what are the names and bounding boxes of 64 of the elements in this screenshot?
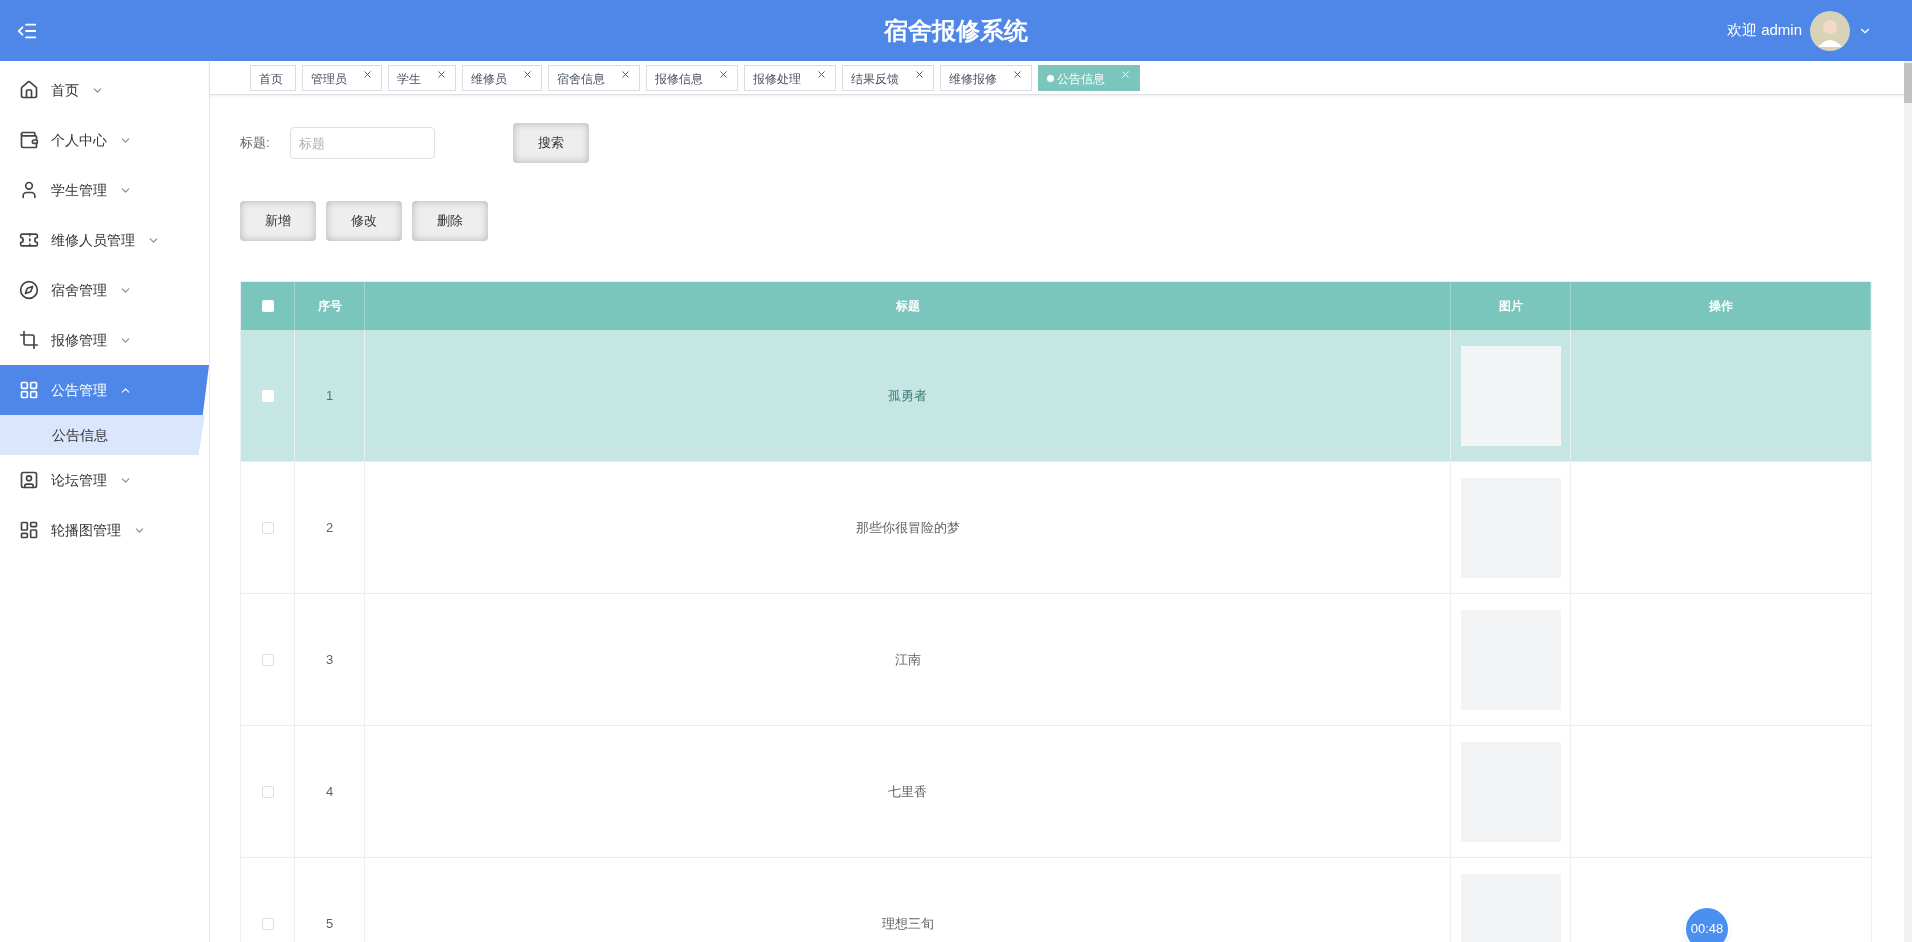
row-checkbox[interactable] xyxy=(261,785,274,798)
tab[interactable]: 维修员 xyxy=(462,64,542,91)
close-icon[interactable] xyxy=(522,68,533,80)
tab[interactable]: 宿舍信息 xyxy=(548,64,640,91)
search-label: 标题: xyxy=(240,134,271,153)
tab[interactable]: 维修报修 xyxy=(940,64,1032,91)
tab[interactable]: 学生 xyxy=(388,64,456,91)
close-icon[interactable] xyxy=(914,68,925,80)
close-icon[interactable] xyxy=(620,68,631,80)
search-button[interactable]: 搜索 xyxy=(513,123,589,163)
action-button[interactable]: 修改 xyxy=(326,201,402,241)
compass-icon xyxy=(19,280,39,300)
title-cell-text: 理想三旬 xyxy=(881,914,934,933)
app-title: 宿舍报修系统 xyxy=(884,15,1028,46)
title-cell-text: 那些你很冒险的梦 xyxy=(855,518,960,537)
title-cell-text: 江南 xyxy=(894,650,921,669)
sidebar-item[interactable]: 首页 xyxy=(0,65,209,115)
sidebar-item[interactable]: 报修管理 xyxy=(0,315,209,365)
index-cell-text: 5 xyxy=(325,914,334,933)
tab[interactable]: 首页 xyxy=(250,64,296,91)
home-icon xyxy=(19,80,39,100)
sidebar-item[interactable]: 公告管理 xyxy=(0,365,209,415)
table-row[interactable]: 3 江南 xyxy=(241,594,1871,726)
title-cell-text: 七里香 xyxy=(888,782,927,801)
action-button[interactable]: 删除 xyxy=(412,201,488,241)
tab[interactable]: 报修处理 xyxy=(744,64,836,91)
wallet-icon xyxy=(19,130,39,150)
search-field[interactable]: 标题 xyxy=(290,127,435,159)
index-cell-text: 2 xyxy=(325,518,334,537)
row-checkbox[interactable] xyxy=(261,917,274,930)
sidebar-item[interactable]: 宿舍管理 xyxy=(0,265,209,315)
sidebar-item[interactable]: 维修人员管理 xyxy=(0,215,209,265)
sidebar-item[interactable]: 个人中心 xyxy=(0,115,209,165)
table-row[interactable]: 4 七里香 xyxy=(241,726,1871,858)
close-icon[interactable] xyxy=(1012,68,1023,80)
tab[interactable]: 管理员 xyxy=(302,64,382,91)
table-row[interactable]: 1 孤勇者 xyxy=(241,330,1871,462)
contact-card-icon xyxy=(19,470,39,490)
sidebar-item[interactable]: 轮播图管理 xyxy=(0,505,209,555)
row-checkbox[interactable] xyxy=(261,521,274,534)
close-icon[interactable] xyxy=(816,68,827,80)
welcome-text: 欢迎 admin xyxy=(1726,20,1802,41)
user-icon xyxy=(19,180,39,200)
tab[interactable]: 结果反馈 xyxy=(842,64,934,91)
index-cell-text: 3 xyxy=(325,650,334,669)
title-cell-text: 孤勇者 xyxy=(888,386,927,405)
row-checkbox[interactable] xyxy=(261,389,274,402)
row-checkbox[interactable] xyxy=(261,653,274,666)
index-cell-text: 4 xyxy=(325,782,334,801)
avatar-icon[interactable] xyxy=(1810,10,1850,51)
crop-icon xyxy=(19,330,39,350)
tab[interactable]: 报修信息 xyxy=(646,64,738,91)
table-row[interactable]: 2 那些你很冒险的梦 xyxy=(241,462,1871,594)
dashboard-icon xyxy=(19,520,39,540)
close-icon[interactable] xyxy=(436,68,447,80)
close-icon[interactable] xyxy=(362,68,373,80)
close-icon[interactable] xyxy=(718,68,729,80)
index-cell-text: 1 xyxy=(325,386,334,405)
ticket-icon xyxy=(19,230,39,250)
sidebar-item[interactable]: 学生管理 xyxy=(0,165,209,215)
select-all-checkbox[interactable] xyxy=(261,300,274,312)
action-button[interactable]: 新增 xyxy=(240,201,316,241)
sidebar-item[interactable]: 论坛管理 xyxy=(0,455,209,505)
grid-icon xyxy=(19,380,39,400)
